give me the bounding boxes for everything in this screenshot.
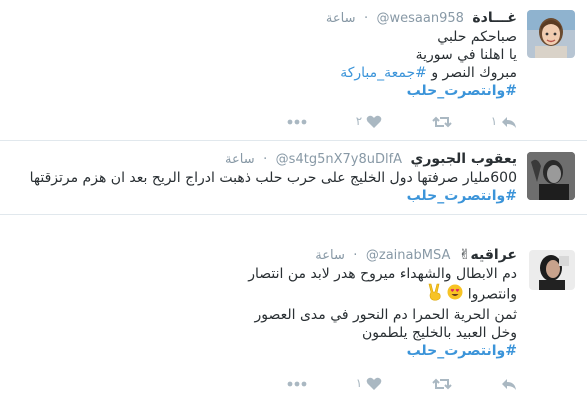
tweet-text-line: 600مليار صرفتها دول الخليج على حرب حلب ذ… (29, 170, 517, 186)
avatar[interactable] (529, 250, 575, 290)
tweet[interactable]: عراقيه✌ @zainabMSA · ساعة دم الابطال وال… (0, 215, 587, 401)
like-button[interactable]: ٢ (356, 112, 382, 130)
tweet-text-line: وانتصروا (12, 283, 517, 306)
tweet-content: عراقيه✌ @zainabMSA · ساعة دم الابطال وال… (12, 245, 517, 360)
hashtag-link[interactable]: #وانتصرت_حلب (12, 342, 517, 360)
separator-dot: · (353, 248, 358, 263)
like-count: ١ (355, 376, 363, 390)
tweet-content: يعقوب الجبوري @s4tg5nX7y8uDlfA · ساعة 60… (12, 149, 517, 205)
timestamp[interactable]: ساعة (326, 11, 356, 26)
reply-icon (501, 114, 517, 128)
timeline: غـــادة @wesaan958 · ساعة صباحكم حلبي يا… (0, 0, 587, 401)
tweet-text-line: يا اهلنا في سورية (415, 47, 517, 63)
more-button[interactable] (287, 112, 307, 130)
tweet-header: عراقيه✌ @zainabMSA · ساعة (12, 245, 517, 265)
hashtag-link[interactable]: #جمعة_مباركة (340, 65, 427, 81)
tweet-text-line: مبروك النصر و #جمعة_مباركة (12, 64, 517, 82)
tweet-actions: ١ ٢ (257, 112, 517, 130)
timestamp[interactable]: ساعة (225, 152, 255, 167)
display-name[interactable]: يعقوب الجبوري (411, 151, 517, 167)
tweet-text-line: دم الابطال والشهداء ميروح هدر لابد من ان… (248, 266, 517, 282)
heart-icon (366, 376, 382, 390)
hashtag-link[interactable]: #وانتصرت_حلب (12, 187, 517, 205)
avatar[interactable] (527, 152, 575, 200)
tweet-text-line: ثمن الحرية الحمرا دم النحور في مدى العصو… (254, 307, 517, 323)
tweet-header: غـــادة @wesaan958 · ساعة (12, 8, 517, 28)
tweet-content: غـــادة @wesaan958 · ساعة صباحكم حلبي يا… (12, 8, 517, 100)
separator-dot: · (363, 11, 369, 26)
display-name[interactable]: عراقيه✌ (459, 247, 517, 263)
tweet-actions: ١ (257, 374, 517, 392)
more-button[interactable] (287, 374, 307, 392)
like-count: ٢ (355, 114, 363, 128)
username[interactable]: @wesaan958 (377, 11, 464, 26)
username[interactable]: @s4tg5nX7y8uDlfA (276, 152, 402, 167)
reply-icon (501, 376, 517, 390)
victory-hand-emoji-icon (427, 283, 443, 306)
tweet-text-line: وخل العبيد بالخليج يلطمون (361, 325, 517, 341)
timestamp[interactable]: ساعة (315, 248, 345, 263)
tweet-text-line: صباحكم حلبي (437, 29, 517, 45)
reply-button[interactable] (501, 374, 517, 392)
heart-icon (366, 114, 382, 128)
hashtag-link[interactable]: #وانتصرت_حلب (12, 82, 517, 100)
display-name[interactable]: غـــادة (472, 10, 517, 26)
more-icon (287, 376, 307, 390)
separator-dot: · (263, 152, 268, 167)
username[interactable]: @zainabMSA (366, 248, 450, 263)
heart-eyes-emoji-icon (447, 284, 463, 305)
tweet-text-fragment: مبروك النصر و (431, 65, 517, 81)
tweet[interactable]: يعقوب الجبوري @s4tg5nX7y8uDlfA · ساعة 60… (0, 141, 587, 215)
tweet-text-fragment: وانتصروا (467, 286, 517, 303)
retweet-icon (432, 114, 452, 128)
reply-button[interactable]: ١ (491, 112, 517, 130)
reply-count: ١ (490, 114, 498, 128)
like-button[interactable]: ١ (356, 374, 382, 392)
tweet-header: يعقوب الجبوري @s4tg5nX7y8uDlfA · ساعة (12, 149, 517, 169)
retweet-button[interactable] (432, 112, 452, 130)
tweet[interactable]: غـــادة @wesaan958 · ساعة صباحكم حلبي يا… (0, 0, 587, 141)
more-icon (287, 114, 307, 128)
retweet-button[interactable] (432, 374, 452, 392)
retweet-icon (432, 376, 452, 390)
avatar[interactable] (527, 10, 575, 58)
